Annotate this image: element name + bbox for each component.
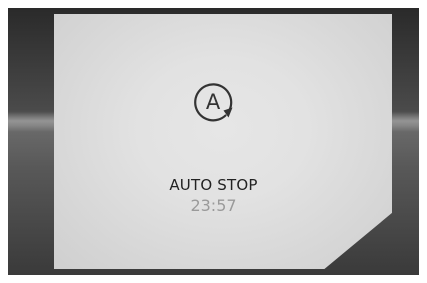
auto-stop-icon: A <box>194 83 233 122</box>
camera-background <box>8 8 419 275</box>
auto-icon-letter: A <box>206 90 221 114</box>
time-display: 23:57 <box>190 196 237 215</box>
auto-stop-label: AUTO STOP <box>169 176 258 194</box>
info-panel <box>54 14 392 269</box>
